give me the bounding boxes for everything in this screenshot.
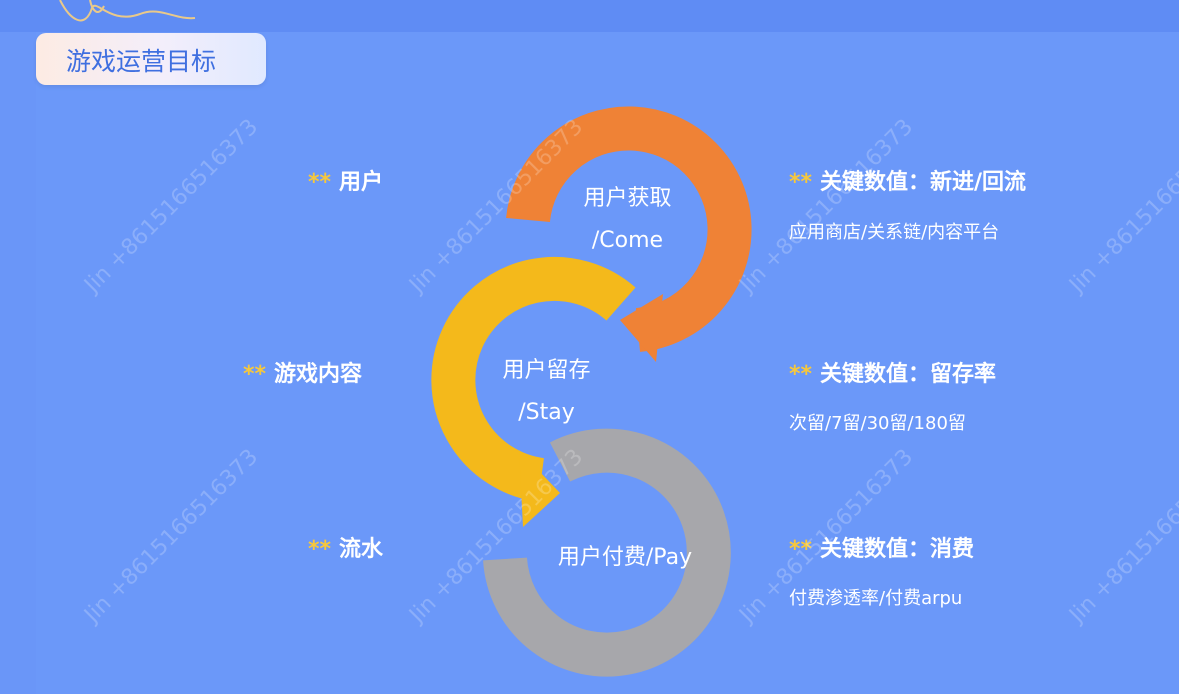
stage-stay-label: 用户留存 /Stay <box>474 350 619 434</box>
stars-icon: ** <box>789 362 813 387</box>
stage-stay-line1: 用户留存 <box>502 358 591 383</box>
right-title-text: 关键数值：消费 <box>820 537 975 562</box>
right-detail-pay: 付费渗透率/付费arpu <box>789 588 963 609</box>
right-title-pay: ** 关键数值：消费 <box>789 531 974 563</box>
left-label-text: 用户 <box>339 170 384 195</box>
left-label-revenue: ** 流水 <box>308 531 383 563</box>
stage-pay-label: 用户付费/Pay <box>540 537 710 579</box>
come-arrowhead <box>620 294 663 362</box>
right-title-stay: ** 关键数值：留存率 <box>789 356 996 388</box>
stage-come-label: 用户获取 /Come <box>555 178 700 262</box>
stars-icon: ** <box>243 362 267 387</box>
stars-icon: ** <box>789 170 813 195</box>
right-title-text: 关键数值：新进/回流 <box>820 170 1027 195</box>
stage-come-line1: 用户获取 <box>583 186 672 211</box>
right-detail-come: 应用商店/关系链/内容平台 <box>789 222 1000 243</box>
left-label-text: 流水 <box>339 537 384 562</box>
right-title-text: 关键数值：留存率 <box>820 362 997 387</box>
right-detail-stay: 次留/7留/30留/180留 <box>789 413 966 434</box>
left-label-text: 游戏内容 <box>274 362 363 387</box>
stars-icon: ** <box>308 537 332 562</box>
left-label-user: ** 用户 <box>308 164 383 196</box>
stage-come-line2: /Come <box>591 228 664 253</box>
stage-stay-line2: /Stay <box>518 400 575 425</box>
stars-icon: ** <box>308 170 332 195</box>
stars-icon: ** <box>789 537 813 562</box>
stage-pay-line1: 用户付费/Pay <box>557 545 693 570</box>
right-title-come: ** 关键数值：新进/回流 <box>789 164 1026 196</box>
cycle-diagram <box>431 106 752 677</box>
left-label-content: ** 游戏内容 <box>243 356 362 388</box>
